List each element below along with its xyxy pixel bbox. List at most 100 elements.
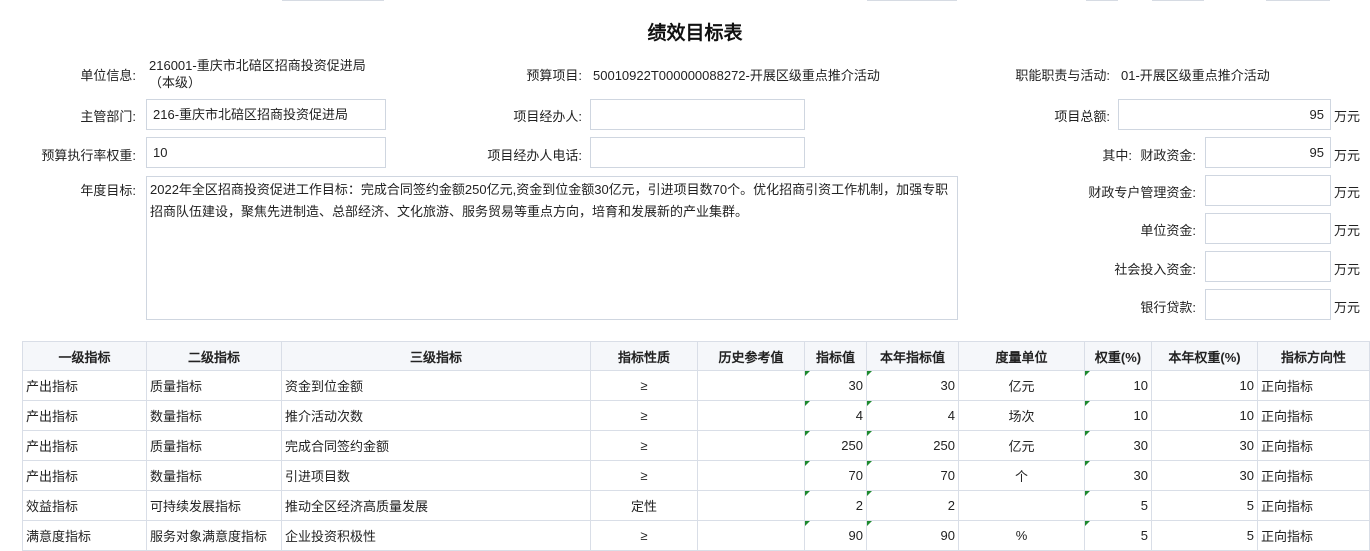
- weight-cell[interactable]: 10: [1084, 370, 1152, 401]
- year-target-cell[interactable]: 4: [866, 400, 959, 431]
- table-row: 产出指标 数量指标 引进项目数 ≥ 70 70 个 30 30 正向指标: [22, 460, 1370, 491]
- history-cell[interactable]: [697, 490, 805, 521]
- direction-cell[interactable]: 正向指标: [1257, 430, 1370, 461]
- level3-cell: 完成合同签约金额: [281, 430, 591, 461]
- year-target-cell[interactable]: 30: [866, 370, 959, 401]
- fiscal-label: 财政资金:: [1140, 148, 1196, 163]
- target-value-cell[interactable]: 70: [804, 460, 867, 491]
- level3-cell: 资金到位金额: [281, 370, 591, 401]
- direction-cell[interactable]: 正向指标: [1257, 370, 1370, 401]
- bank-loan-label: 银行贷款:: [1140, 300, 1196, 315]
- duty-value: 01-开展区级重点推介活动: [1121, 68, 1270, 83]
- target-value-cell[interactable]: 30: [804, 370, 867, 401]
- nature-cell[interactable]: 定性: [590, 490, 698, 521]
- unit-cell[interactable]: 个: [958, 460, 1085, 491]
- direction-cell[interactable]: 正向指标: [1257, 400, 1370, 431]
- weight-cell[interactable]: 10: [1084, 400, 1152, 431]
- table-row: 产出指标 质量指标 完成合同签约金额 ≥ 250 250 亿元 30 30 正向…: [22, 430, 1370, 461]
- special-fund-unit: 万元: [1334, 185, 1361, 200]
- history-cell[interactable]: [697, 430, 805, 461]
- history-cell[interactable]: [697, 460, 805, 491]
- year-target-cell[interactable]: 250: [866, 430, 959, 461]
- history-cell[interactable]: [697, 400, 805, 431]
- table-row: 产出指标 数量指标 推介活动次数 ≥ 4 4 场次 10 10 正向指标: [22, 400, 1370, 431]
- unit-fund-label: 单位资金:: [1140, 223, 1196, 238]
- annual-goal-label: 年度目标:: [80, 183, 136, 198]
- column-header: 本年权重(%): [1151, 341, 1258, 371]
- year-weight-cell[interactable]: 30: [1151, 430, 1258, 461]
- column-header: 二级指标: [146, 341, 282, 371]
- nature-cell[interactable]: ≥: [590, 430, 698, 461]
- level1-cell: 产出指标: [22, 400, 147, 431]
- dept-label: 主管部门:: [80, 109, 136, 124]
- column-header: 指标性质: [590, 341, 698, 371]
- table-header-row: 一级指标 二级指标 三级指标 指标性质 历史参考值 指标值 本年指标值 度量单位…: [22, 341, 1370, 371]
- annual-goal-textarea[interactable]: 2022年全区招商投资促进工作目标：完成合同签约金额250亿元,资金到位金额30…: [146, 176, 958, 320]
- unit-cell[interactable]: 亿元: [958, 370, 1085, 401]
- table-row: 满意度指标 服务对象满意度指标 企业投资积极性 ≥ 90 90 % 5 5 正向…: [22, 520, 1370, 551]
- special-fund-label: 财政专户管理资金:: [1088, 185, 1196, 200]
- level1-cell: 产出指标: [22, 460, 147, 491]
- level2-cell: 可持续发展指标: [146, 490, 282, 521]
- level3-cell: 企业投资积极性: [281, 520, 591, 551]
- direction-cell[interactable]: 正向指标: [1257, 460, 1370, 491]
- indicator-table: 一级指标 二级指标 三级指标 指标性质 历史参考值 指标值 本年指标值 度量单位…: [22, 341, 1370, 551]
- nature-cell[interactable]: ≥: [590, 520, 698, 551]
- year-target-cell[interactable]: 70: [866, 460, 959, 491]
- year-weight-cell[interactable]: 10: [1151, 400, 1258, 431]
- unit-cell[interactable]: %: [958, 520, 1085, 551]
- year-weight-cell[interactable]: 5: [1151, 520, 1258, 551]
- weight-cell[interactable]: 5: [1084, 490, 1152, 521]
- fiscal-field[interactable]: 95: [1205, 137, 1331, 168]
- phone-field[interactable]: [590, 137, 805, 168]
- level2-cell: 服务对象满意度指标: [146, 520, 282, 551]
- level2-cell: 质量指标: [146, 430, 282, 461]
- unit-info-label: 单位信息:: [80, 68, 136, 83]
- weight-cell[interactable]: 30: [1084, 430, 1152, 461]
- year-target-cell[interactable]: 2: [866, 490, 959, 521]
- target-value-cell[interactable]: 90: [804, 520, 867, 551]
- target-value-cell[interactable]: 2: [804, 490, 867, 521]
- direction-cell[interactable]: 正向指标: [1257, 490, 1370, 521]
- weight-cell[interactable]: 30: [1084, 460, 1152, 491]
- nature-cell[interactable]: ≥: [590, 370, 698, 401]
- dept-field[interactable]: 216-重庆市北碚区招商投资促进局: [146, 99, 386, 130]
- total-unit: 万元: [1334, 109, 1361, 124]
- level2-cell: 数量指标: [146, 400, 282, 431]
- year-weight-cell[interactable]: 10: [1151, 370, 1258, 401]
- nature-cell[interactable]: ≥: [590, 400, 698, 431]
- bank-loan-field[interactable]: [1205, 289, 1331, 320]
- year-target-cell[interactable]: 90: [866, 520, 959, 551]
- unit-cell[interactable]: 场次: [958, 400, 1085, 431]
- social-fund-field[interactable]: [1205, 251, 1331, 282]
- level2-cell: 质量指标: [146, 370, 282, 401]
- unit-fund-field[interactable]: [1205, 213, 1331, 244]
- year-weight-cell[interactable]: 5: [1151, 490, 1258, 521]
- column-header: 一级指标: [22, 341, 147, 371]
- among-label: 其中:: [1102, 148, 1132, 163]
- special-fund-field[interactable]: [1205, 175, 1331, 206]
- weight-field[interactable]: 10: [146, 137, 386, 168]
- level1-cell: 产出指标: [22, 430, 147, 461]
- year-weight-cell[interactable]: 30: [1151, 460, 1258, 491]
- column-header: 度量单位: [958, 341, 1085, 371]
- weight-label: 预算执行率权重:: [41, 148, 136, 163]
- history-cell[interactable]: [697, 520, 805, 551]
- column-header: 权重(%): [1084, 341, 1152, 371]
- target-value-cell[interactable]: 4: [804, 400, 867, 431]
- column-header: 历史参考值: [697, 341, 805, 371]
- fiscal-unit: 万元: [1334, 148, 1361, 163]
- manager-field[interactable]: [590, 99, 805, 130]
- unit-cell[interactable]: 亿元: [958, 430, 1085, 461]
- total-field[interactable]: 95: [1118, 99, 1331, 130]
- weight-cell[interactable]: 5: [1084, 520, 1152, 551]
- target-value-cell[interactable]: 250: [804, 430, 867, 461]
- history-cell[interactable]: [697, 370, 805, 401]
- level3-cell: 推介活动次数: [281, 400, 591, 431]
- table-row: 产出指标 质量指标 资金到位金额 ≥ 30 30 亿元 10 10 正向指标: [22, 370, 1370, 401]
- manager-label: 项目经办人:: [513, 109, 582, 124]
- unit-cell[interactable]: [958, 490, 1085, 521]
- nature-cell[interactable]: ≥: [590, 460, 698, 491]
- direction-cell[interactable]: 正向指标: [1257, 520, 1370, 551]
- level2-cell: 数量指标: [146, 460, 282, 491]
